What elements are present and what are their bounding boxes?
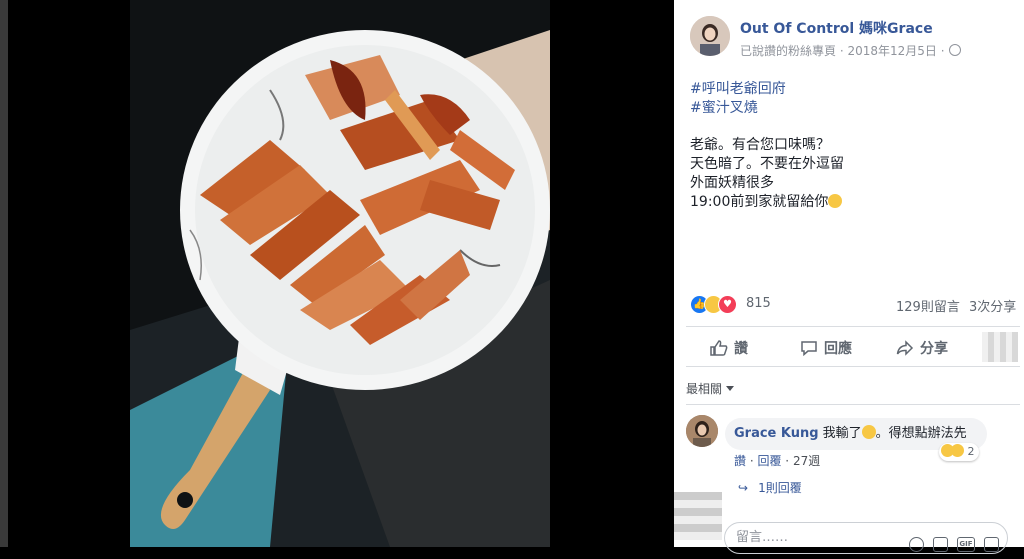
comment-button-label: 回應 — [824, 341, 852, 357]
divider — [686, 326, 1020, 327]
post-line-text: 19:00前到家就留給你 — [690, 194, 829, 210]
page-avatar-thumbnail[interactable] — [982, 332, 1018, 362]
background-page-strip — [0, 0, 8, 547]
author-avatar[interactable] — [690, 16, 730, 56]
comment-count-link[interactable]: 129則留言 — [896, 296, 960, 315]
comment-input[interactable]: 留言…… GIF — [724, 522, 1008, 554]
reaction-icons[interactable]: 👍 ♥ — [690, 294, 746, 314]
reply-arrow-icon: ↪ — [738, 481, 749, 495]
comment-time[interactable]: 27週 — [793, 454, 820, 468]
comment-reply-link[interactable]: 回覆 — [757, 454, 781, 468]
share-button[interactable]: 分享 — [896, 338, 948, 358]
post-line: 天色暗了。不要在外逗留 — [690, 156, 844, 172]
sad-reaction-icon — [951, 444, 964, 457]
post-side-panel: Out Of Control 媽咪Grace 已說讚的粉絲專頁 · 2018年1… — [674, 0, 1024, 554]
post-action-bar: 讚 回應 分享 — [686, 330, 1020, 364]
reaction-count[interactable]: 815 — [746, 296, 771, 311]
emoji-picker-icon[interactable] — [909, 536, 924, 552]
divider — [686, 366, 1020, 367]
view-replies-label: 1則回覆 — [758, 481, 802, 495]
share-button-label: 分享 — [920, 341, 948, 357]
photo-viewer — [0, 0, 674, 547]
hashtag-link[interactable]: #呼叫老爺回府 — [690, 80, 1010, 99]
like-button[interactable]: 讚 — [710, 338, 748, 358]
thumbs-up-icon — [710, 340, 728, 356]
author-avatar-image — [690, 16, 730, 56]
sticker-icon[interactable] — [984, 536, 999, 552]
viewer-avatar-blurred — [674, 492, 722, 540]
laughing-emoji-icon — [828, 194, 843, 208]
like-button-label: 讚 — [734, 341, 748, 357]
comment-actions: 讚 · 回覆 · 27週 — [734, 454, 821, 468]
comment-input-placeholder: 留言…… — [736, 530, 789, 545]
love-reaction-icon: ♥ — [718, 295, 737, 314]
comment-text: 。得想點辦法先 — [875, 426, 967, 441]
commenter-avatar-image — [686, 415, 718, 447]
view-replies-link[interactable]: ↪ 1則回覆 — [738, 479, 802, 496]
post-body: #呼叫老爺回府 #蜜汁叉燒 老爺。有合您口味嗎？ 天色暗了。不要在外逗留 外面妖… — [690, 80, 1010, 212]
comment-reaction-badge[interactable]: 2 — [939, 443, 979, 461]
divider — [686, 404, 1020, 405]
share-count-link[interactable]: 3次分享 — [969, 296, 1016, 315]
post-line: 老爺。有合您口味嗎？ — [690, 137, 830, 153]
comment-sort-label: 最相關 — [686, 382, 723, 396]
post-line: 19:00前到家就留給你 — [690, 193, 1010, 212]
comment-composer: 留言…… GIF — [674, 492, 1024, 554]
comment-text: 我輸了 — [822, 426, 862, 441]
author-name-link[interactable]: Out Of Control 媽咪Grace — [740, 18, 933, 38]
commenter-avatar[interactable] — [686, 415, 718, 447]
share-icon — [896, 340, 914, 356]
comment-button[interactable]: 回應 — [800, 338, 852, 358]
hashtag-link[interactable]: #蜜汁叉燒 — [690, 99, 1010, 118]
reaction-summary: 👍 ♥ 815 129則留言 3次分享 — [690, 294, 1020, 315]
commenter-name-link[interactable]: Grace Kung — [734, 426, 819, 441]
comment-icon — [801, 341, 817, 356]
comment-sort-dropdown[interactable]: 最相關 — [686, 380, 735, 397]
composer-icons: GIF — [900, 529, 999, 559]
comment-reaction-count: 2 — [967, 445, 975, 458]
post-meta-text: 已說讚的粉絲專頁 · 2018年12月5日 · — [740, 44, 945, 58]
post-meta: 已說讚的粉絲專頁 · 2018年12月5日 · — [740, 42, 961, 59]
gif-icon[interactable]: GIF — [957, 536, 975, 552]
camera-icon[interactable] — [933, 536, 948, 552]
laughing-emoji-icon — [861, 425, 876, 439]
food-photo-illustration — [130, 0, 550, 547]
post-line: 外面妖精很多 — [690, 175, 774, 191]
chevron-down-icon — [726, 386, 735, 391]
comment-like-link[interactable]: 讚 — [734, 454, 746, 468]
globe-icon — [948, 44, 961, 56]
post-photo[interactable] — [130, 0, 550, 547]
